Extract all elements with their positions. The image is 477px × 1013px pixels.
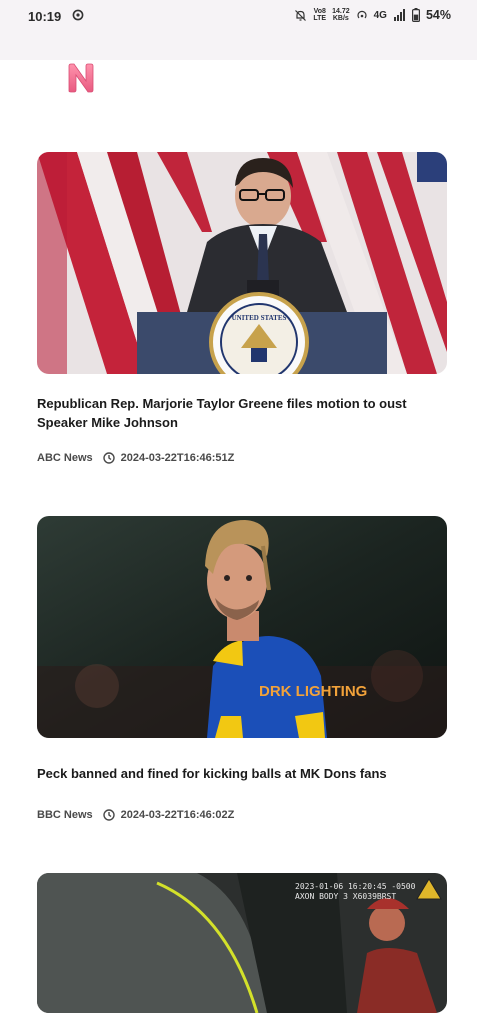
status-right-group: Vo8 LTE 14.72 KB/s 4G 54%: [294, 8, 451, 22]
app-logo-icon[interactable]: N: [66, 61, 96, 95]
hotspot-icon: [357, 10, 367, 19]
clock-icon: [102, 452, 115, 464]
news-card-3[interactable]: 2023-01-06 16:20:45 -0500 AXON BODY 3 X6…: [37, 873, 447, 1013]
volte-bottom: LTE: [313, 15, 327, 22]
clock-icon: [102, 809, 115, 821]
bodycam-device-text: AXON BODY 3 X6039BRST: [295, 892, 396, 901]
shirt-sponsor-text: DRK LIGHTING: [259, 683, 367, 700]
network-speed: 14.72 KB/s: [332, 8, 350, 22]
article-title-2[interactable]: Peck banned and fined for kicking balls …: [37, 764, 437, 783]
article-timestamp-1: 2024-03-22T16:46:51Z: [120, 452, 235, 464]
article-image-3[interactable]: 2023-01-06 16:20:45 -0500 AXON BODY 3 X6…: [37, 873, 447, 1013]
article-photo-bodycam: 2023-01-06 16:20:45 -0500 AXON BODY 3 X6…: [37, 873, 447, 1013]
article-source-1: ABC News: [37, 452, 93, 464]
podium-seal-text: UNITED STATES: [232, 314, 287, 322]
app-bar-band: [0, 34, 477, 60]
volte-indicator: Vo8 LTE: [313, 8, 326, 22]
news-card-1[interactable]: UNITED STATES Republican Rep. Marjorie T…: [37, 152, 447, 472]
article-photo-flag-podium: UNITED STATES: [37, 152, 447, 374]
news-card-2[interactable]: DRK LIGHTING Peck banned and fined for k…: [37, 516, 447, 826]
volte-top: Vo8: [313, 8, 326, 15]
signal-bars-icon: [393, 9, 405, 21]
speed-value: 14.72: [332, 8, 350, 15]
article-photo-footballer: DRK LIGHTING: [37, 516, 447, 738]
article-timestamp-2: 2024-03-22T16:46:02Z: [120, 809, 235, 821]
article-meta-1: ABC News 2024-03-22T16:46:51Z: [37, 452, 234, 464]
mute-bell-icon: [295, 9, 307, 21]
speed-unit: KB/s: [332, 15, 349, 22]
settings-gear-icon: [72, 9, 84, 21]
article-image-2[interactable]: DRK LIGHTING: [37, 516, 447, 738]
bodycam-timestamp-text: 2023-01-06 16:20:45 -0500: [295, 882, 416, 891]
article-image-1[interactable]: UNITED STATES: [37, 152, 447, 374]
app-logo-letter: N: [81, 90, 82, 92]
article-title-1[interactable]: Republican Rep. Marjorie Taylor Greene f…: [37, 394, 437, 432]
article-meta-2: BBC News 2024-03-22T16:46:02Z: [37, 809, 234, 821]
status-bar: 10:19 Vo8 LTE 14.72 KB/s 4G 54%: [0, 0, 477, 34]
battery-icon: [411, 8, 420, 22]
battery-percentage: 54%: [425, 8, 451, 22]
network-type: 4G: [373, 9, 387, 21]
status-time: 10:19: [28, 9, 62, 24]
article-source-2: BBC News: [37, 809, 93, 821]
